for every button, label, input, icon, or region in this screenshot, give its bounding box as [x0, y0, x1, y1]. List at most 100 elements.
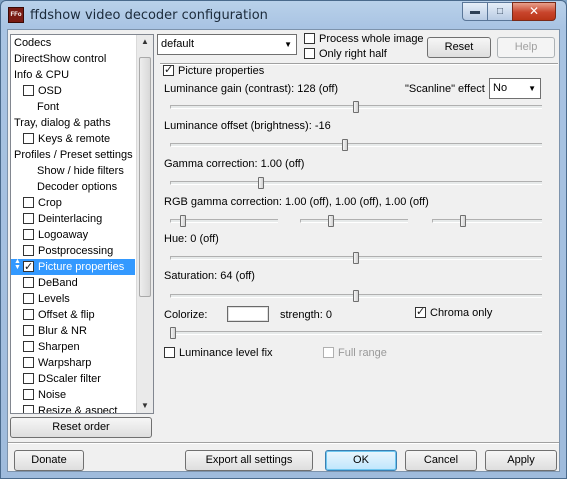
page-list-item-label: Info & CPU: [14, 69, 70, 81]
process-whole-image-label: Process whole image: [319, 33, 424, 45]
scroll-up-icon[interactable]: ▲: [141, 37, 149, 46]
strength-slider-track[interactable]: [170, 331, 542, 335]
gamma-slider-track[interactable]: [170, 181, 542, 185]
page-list-item[interactable]: Show / hide filters: [11, 163, 135, 179]
page-list-item[interactable]: Info & CPU: [11, 67, 135, 83]
page-enable-checkbox[interactable]: [23, 389, 34, 400]
page-list[interactable]: Codecs DirectShow control Info & CPU OSD Fon…: [10, 34, 154, 414]
page-list-item[interactable]: DeBand: [11, 275, 135, 291]
checkbox-box: [164, 347, 175, 358]
page-list-item[interactable]: Keys & remote: [11, 131, 135, 147]
page-list-item-label: Keys & remote: [38, 133, 111, 145]
page-enable-checkbox[interactable]: [23, 259, 34, 275]
full-range-checkbox[interactable]: Full range: [323, 347, 387, 359]
cancel-button[interactable]: Cancel: [405, 450, 477, 471]
scanline-value: No: [493, 82, 508, 94]
gamma-label: Gamma correction: 1.00 (off): [164, 158, 305, 170]
page-list-scrollbar[interactable]: ▲ ▼: [136, 35, 153, 413]
rgb-gamma-green-slider[interactable]: [328, 215, 334, 227]
help-button[interactable]: Help: [497, 37, 555, 58]
export-all-settings-button[interactable]: Export all settings: [185, 450, 313, 471]
luminance-level-fix-checkbox[interactable]: Luminance level fix: [164, 347, 273, 359]
app-icon[interactable]: FFo: [8, 7, 24, 23]
page-list-item[interactable]: Crop: [11, 195, 135, 211]
page-list-item[interactable]: Font: [11, 99, 135, 115]
page-list-item[interactable]: Profiles / Preset settings: [11, 147, 135, 163]
page-list-item[interactable]: Decoder options: [11, 179, 135, 195]
page-list-item[interactable]: OSD: [11, 83, 135, 99]
rgb-gamma-blue-slider[interactable]: [460, 215, 466, 227]
luminance-gain-slider[interactable]: [353, 101, 359, 113]
rgb-gamma-blue-track[interactable]: [432, 219, 542, 223]
page-enable-checkbox[interactable]: [23, 293, 34, 304]
colorize-color-swatch[interactable]: [227, 306, 269, 322]
chevron-down-icon: ▼: [284, 40, 292, 49]
scanline-select[interactable]: No ▼: [489, 78, 541, 99]
page-list-item-label: Logoaway: [38, 229, 89, 241]
page-enable-checkbox[interactable]: [23, 341, 34, 352]
page-list-item[interactable]: ▲▼ Picture properties: [11, 258, 135, 275]
page-enable-checkbox[interactable]: [23, 325, 34, 336]
page-list-item[interactable]: Levels: [11, 291, 135, 307]
picture-properties-checkbox[interactable]: Picture properties: [163, 63, 264, 77]
close-button[interactable]: ✕: [512, 2, 556, 21]
rgb-gamma-red-track[interactable]: [170, 219, 278, 223]
page-list-item[interactable]: Codecs: [11, 35, 135, 51]
page-enable-checkbox[interactable]: [23, 229, 34, 240]
page-list-item[interactable]: DirectShow control: [11, 51, 135, 67]
reset-order-button[interactable]: Reset order: [10, 417, 152, 438]
page-enable-checkbox[interactable]: [23, 85, 34, 96]
reset-button[interactable]: Reset: [427, 37, 491, 58]
page-list-item[interactable]: Resize & aspect: [11, 403, 135, 413]
page-list-item[interactable]: DScaler filter: [11, 371, 135, 387]
checkbox-box: [415, 305, 426, 318]
page-enable-checkbox[interactable]: [23, 309, 34, 320]
page-list-item[interactable]: Offset & flip: [11, 307, 135, 323]
page-enable-checkbox[interactable]: [23, 133, 34, 144]
page-enable-checkbox[interactable]: [23, 405, 34, 413]
page-list-item[interactable]: Logoaway: [11, 227, 135, 243]
preset-select[interactable]: default ▼: [157, 34, 297, 55]
reorder-icon[interactable]: ▲ ▼: [14, 258, 22, 271]
page-list-item-label: DeBand: [38, 277, 78, 289]
page-list-item-label: Tray, dialog & paths: [14, 117, 111, 129]
process-whole-image-checkbox[interactable]: Process whole image: [304, 33, 424, 45]
apply-button[interactable]: Apply: [485, 450, 557, 471]
rgb-gamma-red-slider[interactable]: [180, 215, 186, 227]
page-list-item[interactable]: Sharpen: [11, 339, 135, 355]
page-list-item[interactable]: Blur & NR: [11, 323, 135, 339]
page-list-item[interactable]: Warpsharp: [11, 355, 135, 371]
scrollbar-thumb[interactable]: [139, 57, 151, 297]
minimize-button[interactable]: ▬: [462, 2, 488, 21]
title-bar[interactable]: FFo ffdshow video decoder configuration …: [1, 1, 566, 29]
ok-button[interactable]: OK: [325, 450, 397, 471]
luminance-offset-slider-track[interactable]: [170, 143, 542, 147]
strength-slider[interactable]: [170, 327, 176, 339]
page-list-item-label: Noise: [38, 389, 67, 401]
page-list-item[interactable]: Noise: [11, 387, 135, 403]
page-enable-checkbox[interactable]: [23, 373, 34, 384]
page-enable-checkbox[interactable]: [23, 197, 34, 208]
page-list-item-label: Profiles / Preset settings: [14, 149, 133, 161]
page-enable-checkbox[interactable]: [23, 213, 34, 224]
page-enable-checkbox[interactable]: [23, 277, 34, 288]
rgb-gamma-green-track[interactable]: [300, 219, 408, 223]
page-enable-checkbox[interactable]: [23, 357, 34, 368]
gamma-slider[interactable]: [258, 177, 264, 189]
page-list-item-label: DirectShow control: [14, 53, 107, 65]
only-right-half-label: Only right half: [319, 48, 387, 60]
only-right-half-checkbox[interactable]: Only right half: [304, 48, 387, 60]
scroll-down-icon[interactable]: ▼: [141, 401, 149, 410]
preset-value: default: [161, 38, 195, 50]
page-list-item[interactable]: Tray, dialog & paths: [11, 115, 135, 131]
page-enable-checkbox[interactable]: [23, 245, 34, 256]
page-list-item[interactable]: Deinterlacing: [11, 211, 135, 227]
checkbox-box: [304, 48, 315, 59]
hue-slider[interactable]: [353, 252, 359, 264]
luminance-offset-slider[interactable]: [342, 139, 348, 151]
donate-button[interactable]: Donate: [14, 450, 84, 471]
maximize-button[interactable]: □: [487, 2, 513, 21]
chroma-only-checkbox[interactable]: Chroma only: [415, 305, 492, 319]
page-list-item[interactable]: Postprocessing: [11, 243, 135, 259]
saturation-slider[interactable]: [353, 290, 359, 302]
